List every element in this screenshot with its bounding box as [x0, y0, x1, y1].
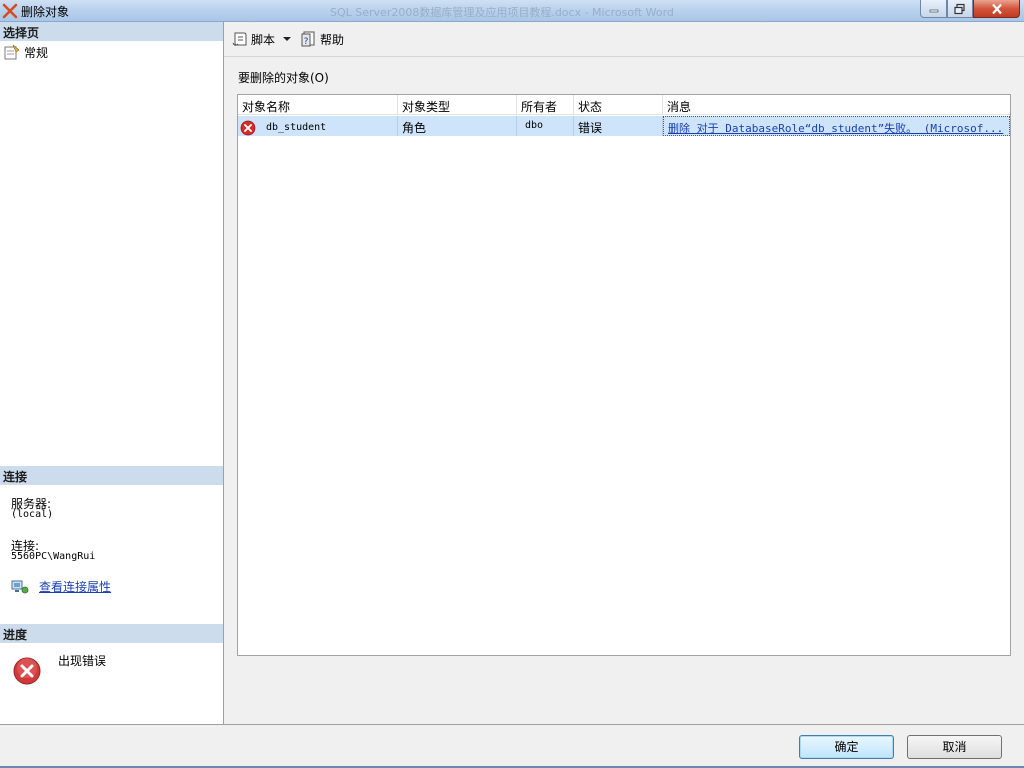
- column-header-name[interactable]: 对象名称: [238, 95, 398, 115]
- script-button[interactable]: 脚本: [230, 28, 293, 50]
- help-label: 帮助: [320, 32, 345, 47]
- close-icon: [991, 3, 1002, 14]
- objects-to-delete-label: 要删除的对象(O): [238, 71, 329, 85]
- minimize-icon: [929, 9, 938, 12]
- restore-icon: [954, 3, 965, 14]
- select-page-header: 选择页: [0, 22, 223, 41]
- server-value: (local): [11, 509, 54, 520]
- minimize-button[interactable]: [920, 0, 947, 18]
- close-button[interactable]: [973, 0, 1020, 18]
- error-message-link[interactable]: 删除 对于 DatabaseRole“db_student”失败。 (Micro…: [668, 122, 1003, 135]
- cell-message: 删除 对于 DatabaseRole“db_student”失败。 (Micro…: [663, 116, 1010, 136]
- object-owner: dbo: [517, 116, 574, 136]
- object-status: 错误: [574, 116, 663, 136]
- error-icon: [240, 120, 256, 135]
- svg-text:?: ?: [304, 37, 309, 47]
- restore-button[interactable]: [947, 0, 973, 18]
- dialog-button-bar: 确定 取消: [0, 724, 1024, 768]
- progress-status: 出现错误: [58, 654, 107, 668]
- left-panel: 选择页 常规 连接 服务器: (local) 连接: 5560PC\WangRu…: [0, 22, 224, 724]
- page-settings-icon: [4, 44, 20, 60]
- script-label: 脚本: [251, 32, 276, 47]
- script-icon: [232, 32, 247, 46]
- toolbar-divider: [224, 56, 1024, 57]
- view-connection-properties[interactable]: 查看连接属性: [11, 578, 111, 595]
- object-type: 角色: [398, 116, 517, 136]
- grid-header: 对象名称 对象类型 所有者 状态 消息: [238, 95, 1010, 115]
- column-header-message[interactable]: 消息: [663, 95, 1010, 115]
- error-icon: [13, 657, 41, 685]
- object-name: db_student: [266, 122, 327, 133]
- table-row[interactable]: db_student 角色 dbo 错误 删除 对于 DatabaseRole“…: [238, 116, 1010, 136]
- column-header-type[interactable]: 对象类型: [398, 95, 517, 115]
- objects-grid[interactable]: 对象名称 对象类型 所有者 状态 消息 db_student 角色 dbo 错误…: [237, 94, 1011, 656]
- background-window-title: SQL Server2008数据库管理及应用项目教程.docx - Micros…: [330, 6, 674, 19]
- toolbar: 脚本 ? 帮助: [230, 28, 346, 50]
- progress-header: 进度: [0, 624, 223, 643]
- chevron-down-icon[interactable]: [283, 36, 292, 42]
- connection-value: 5560PC\WangRui: [11, 551, 96, 562]
- page-item-label: 常规: [24, 45, 49, 60]
- view-connection-link[interactable]: 查看连接属性: [39, 578, 111, 595]
- column-header-status[interactable]: 状态: [574, 95, 663, 115]
- connection-header: 连接: [0, 466, 223, 485]
- connection-properties-icon: [11, 580, 29, 593]
- cell-name: db_student: [238, 116, 398, 136]
- column-header-owner[interactable]: 所有者: [517, 95, 574, 115]
- title-bar[interactable]: 删除对象 SQL Server2008数据库管理及应用项目教程.docx - M…: [0, 0, 1024, 22]
- ok-button[interactable]: 确定: [799, 735, 894, 759]
- window-title: 删除对象: [21, 5, 70, 19]
- delete-object-icon: [2, 3, 18, 19]
- help-button[interactable]: ? 帮助: [299, 28, 346, 50]
- cancel-button[interactable]: 取消: [907, 735, 1002, 759]
- help-icon: ?: [301, 31, 315, 47]
- page-item-general[interactable]: 常规: [4, 44, 48, 60]
